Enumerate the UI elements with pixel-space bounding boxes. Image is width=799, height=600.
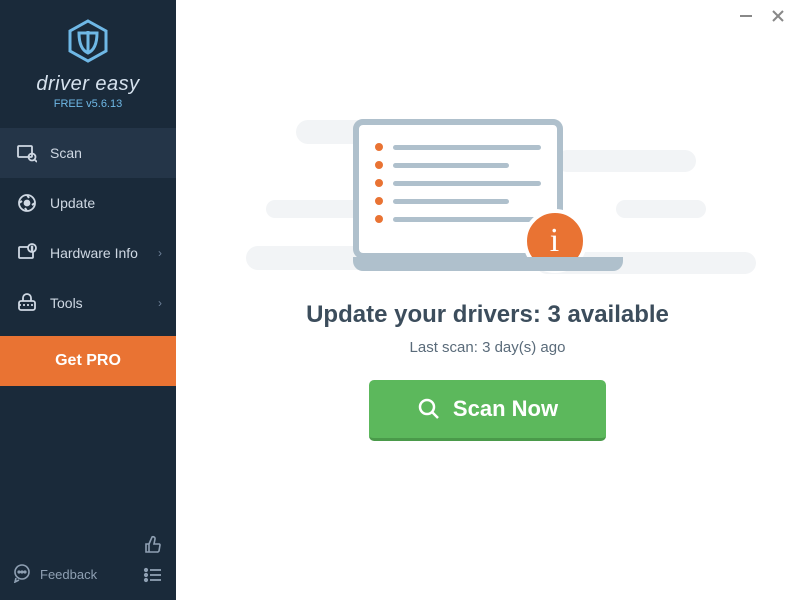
laptop-screen: i: [353, 119, 563, 259]
cloud-decoration: [616, 200, 706, 218]
minimize-icon: [739, 9, 753, 23]
version-label: FREE v5.6.13: [0, 98, 176, 110]
sidebar-item-update[interactable]: Update: [0, 178, 176, 228]
hardware-info-icon: i: [16, 242, 38, 264]
headline: Update your drivers: 3 available: [306, 301, 669, 329]
scan-icon: [16, 142, 38, 164]
tools-icon: [16, 292, 38, 314]
chevron-right-icon: ›: [158, 296, 162, 310]
logo-icon: [65, 18, 111, 69]
brand-name: driver easy: [0, 73, 176, 96]
scan-now-label: Scan Now: [453, 396, 558, 422]
bottom-icons: [142, 534, 164, 586]
svg-text:i: i: [31, 247, 32, 253]
sidebar-item-tools[interactable]: Tools ›: [0, 278, 176, 328]
logo-area: driver easy FREE v5.6.13: [0, 0, 176, 120]
last-scan-label: Last scan: 3 day(s) ago: [410, 339, 566, 356]
search-icon: [417, 397, 441, 421]
thumbs-up-icon: [143, 535, 163, 555]
app-window: driver easy FREE v5.6.13 Scan Update i: [0, 0, 799, 600]
menu-list-icon: [143, 565, 163, 585]
sidebar: driver easy FREE v5.6.13 Scan Update i: [0, 0, 176, 600]
close-button[interactable]: [771, 8, 785, 26]
feedback-icon: [12, 563, 32, 586]
main-panel: i Update your drivers: 3 available Last …: [176, 0, 799, 600]
close-icon: [771, 9, 785, 23]
sidebar-item-label: Tools: [50, 295, 83, 311]
menu-list-button[interactable]: [142, 564, 164, 586]
laptop-illustration: i: [353, 119, 623, 273]
chevron-right-icon: ›: [158, 246, 162, 260]
laptop-base: [353, 257, 623, 271]
thumbs-up-button[interactable]: [142, 534, 164, 556]
sidebar-item-label: Hardware Info: [50, 245, 138, 261]
update-icon: [16, 192, 38, 214]
sidebar-bottom: Feedback: [0, 524, 176, 600]
scan-now-button[interactable]: Scan Now: [369, 380, 606, 441]
sidebar-item-label: Update: [50, 195, 95, 211]
get-pro-label: Get PRO: [55, 352, 121, 369]
nav: Scan Update i Hardware Info › Tools: [0, 128, 176, 328]
sidebar-item-label: Scan: [50, 145, 82, 161]
minimize-button[interactable]: [739, 8, 753, 26]
sidebar-item-hardware-info[interactable]: i Hardware Info ›: [0, 228, 176, 278]
titlebar: [725, 0, 799, 34]
feedback-label: Feedback: [40, 567, 97, 582]
feedback-button[interactable]: Feedback: [12, 563, 97, 586]
cloud-decoration: [266, 200, 366, 218]
get-pro-button[interactable]: Get PRO: [0, 336, 176, 386]
sidebar-item-scan[interactable]: Scan: [0, 128, 176, 178]
